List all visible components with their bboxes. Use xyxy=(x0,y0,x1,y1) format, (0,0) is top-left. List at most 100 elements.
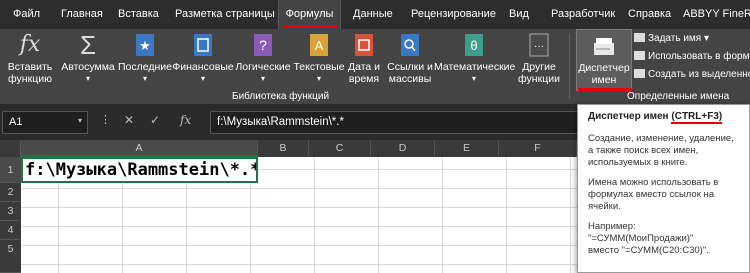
tooltip-title: Диспетчер имен xyxy=(588,111,669,122)
math-label: Математические xyxy=(434,61,516,73)
tab-data[interactable]: Данные xyxy=(353,0,393,29)
recent-button[interactable]: ★ Последние ▾ xyxy=(117,29,173,91)
lookup-book-icon xyxy=(384,29,436,61)
insert-function-label-2: функцию xyxy=(8,73,52,85)
sigma-icon: Σ xyxy=(79,30,97,60)
chevron-down-icon: ▾ xyxy=(471,74,476,83)
svg-text:?: ? xyxy=(259,37,267,53)
row-header-2[interactable]: 2 xyxy=(0,183,21,202)
theta-book-icon: θ xyxy=(434,29,514,61)
math-button[interactable]: θ Математические ▾ xyxy=(434,29,516,91)
tab-help[interactable]: Справка xyxy=(628,0,671,29)
row-header-1[interactable]: 1 xyxy=(0,157,21,183)
tab-developer[interactable]: Разработчик xyxy=(551,0,615,29)
svg-text:θ: θ xyxy=(470,38,477,53)
use-in-formula-label: Использовать в формулы xyxy=(648,51,750,62)
create-from-selection-button[interactable]: Создать из выделенно xyxy=(634,67,750,82)
tag-icon xyxy=(634,33,645,42)
logical-label: Логические xyxy=(235,61,291,73)
lookup-button[interactable]: Ссылки и массивы xyxy=(384,29,436,91)
logical-button[interactable]: ? Логические ▾ xyxy=(234,29,292,91)
name-manager-button[interactable]: Диспетчер имен xyxy=(576,29,632,91)
name-manager-label-1: Диспетчер xyxy=(578,62,630,74)
financial-book-icon xyxy=(172,29,234,61)
chevron-down-icon: ▾ xyxy=(260,74,265,83)
name-manager-icon xyxy=(577,30,631,62)
svg-text:···: ··· xyxy=(534,41,544,52)
annotation-underline-name-manager xyxy=(578,88,632,91)
tab-review[interactable]: Рецензирование xyxy=(411,0,496,29)
column-header-b[interactable]: B xyxy=(258,140,309,157)
recent-label: Последние xyxy=(117,61,172,73)
row-header-5[interactable]: 5 xyxy=(0,240,21,273)
ribbon: fx Вставить функцию Σ Автосумма ▾ ★ Посл… xyxy=(0,29,750,104)
tab-insert[interactable]: Вставка xyxy=(118,0,159,29)
text-book-icon: A xyxy=(292,29,346,61)
use-in-formula-button[interactable]: Использовать в формулы xyxy=(634,49,750,64)
define-name-button[interactable]: Задать имя ▾ xyxy=(634,31,709,46)
question-book-icon: ? xyxy=(234,29,292,61)
column-header-a[interactable]: A xyxy=(21,140,258,157)
tab-page-layout[interactable]: Разметка страницы xyxy=(175,0,275,29)
select-all-corner[interactable] xyxy=(0,140,21,157)
tooltip-shortcut: (CTRL+F3) xyxy=(671,111,723,124)
fx-icon: fx xyxy=(19,32,41,57)
define-name-label: Задать имя xyxy=(648,33,702,44)
group-defined-names: Определенные имена xyxy=(627,91,730,102)
other-functions-button[interactable]: ··· Другие функции xyxy=(514,29,564,91)
chevron-down-icon: ▾ xyxy=(142,74,147,83)
financial-button[interactable]: Финансовые ▾ xyxy=(172,29,234,91)
ribbon-separator xyxy=(569,33,570,99)
autosum-button[interactable]: Σ Автосумма ▾ xyxy=(60,29,116,91)
text-button[interactable]: A Текстовые ▾ xyxy=(292,29,346,91)
namebox-chevron-icon[interactable]: ▾ xyxy=(78,116,82,125)
chevron-down-icon: ▾ xyxy=(85,74,90,83)
column-header-f[interactable]: F xyxy=(499,140,577,157)
tooltip-example-line1: "=СУММ(МоиПродажи)" xyxy=(588,233,694,244)
vertical-dots-icon: ⋮ xyxy=(100,114,111,126)
grid-icon xyxy=(634,69,645,78)
annotation-underline-formulas xyxy=(283,25,338,28)
name-manager-label-2: имен xyxy=(591,74,617,86)
svg-text:★: ★ xyxy=(139,38,151,53)
tooltip-example-title: Например: xyxy=(588,221,636,232)
lookup-label-1: Ссылки и xyxy=(387,61,433,73)
name-manager-tooltip: Диспетчер имен (CTRL+F3) Создание, измен… xyxy=(577,104,750,273)
insert-function-button[interactable]: fx Вставить функцию xyxy=(2,29,58,91)
enter-icon[interactable]: ✓ xyxy=(150,113,160,127)
create-from-selection-label: Создать из выделенно xyxy=(648,69,750,80)
datetime-label-1: Дата и xyxy=(347,61,381,73)
star-book-icon: ★ xyxy=(117,29,173,61)
tab-file[interactable]: Файл xyxy=(13,0,40,29)
tab-abbyy[interactable]: ABBYY FineRe xyxy=(683,0,750,29)
datetime-button[interactable]: Дата и время xyxy=(344,29,384,91)
text-label: Текстовые xyxy=(293,61,345,73)
autosum-label: Автосумма xyxy=(61,61,115,73)
group-function-library: Библиотека функций xyxy=(232,91,330,102)
chevron-down-icon: ▾ xyxy=(200,74,205,83)
tooltip-description: Создание, изменение, удаление, а также п… xyxy=(588,133,734,168)
row-header-4[interactable]: 4 xyxy=(0,221,21,240)
tab-home[interactable]: Главная xyxy=(61,0,103,29)
ribbon-tabs: Файл Главная Вставка Разметка страницы Ф… xyxy=(0,0,750,29)
calendar-book-icon xyxy=(344,29,384,61)
tooltip-example-line2: вместо "=СУММ(C20:C30)". xyxy=(588,245,709,256)
tooltip-usage: Имена можно использовать в формулах вмес… xyxy=(588,177,719,212)
chevron-down-icon: ▾ xyxy=(316,74,321,83)
row-header-3[interactable]: 3 xyxy=(0,202,21,221)
fx-icon[interactable]: fx xyxy=(180,113,191,127)
column-header-e[interactable]: E xyxy=(435,140,499,157)
other-book-icon: ··· xyxy=(514,29,564,61)
cell-a1[interactable]: f:\Музыка\Rammstein\*.* xyxy=(21,157,258,183)
other-functions-label-1: Другие xyxy=(522,61,556,73)
financial-label: Финансовые xyxy=(172,61,234,73)
cancel-icon[interactable]: ✕ xyxy=(124,113,134,127)
column-header-d[interactable]: D xyxy=(371,140,435,157)
name-box[interactable]: A1 xyxy=(2,111,88,134)
column-header-c[interactable]: C xyxy=(309,140,371,157)
formula-icon xyxy=(634,51,645,60)
insert-function-label-1: Вставить xyxy=(7,61,53,73)
lookup-label-2: массивы xyxy=(388,73,432,85)
svg-text:A: A xyxy=(315,38,324,53)
tab-view[interactable]: Вид xyxy=(509,0,529,29)
